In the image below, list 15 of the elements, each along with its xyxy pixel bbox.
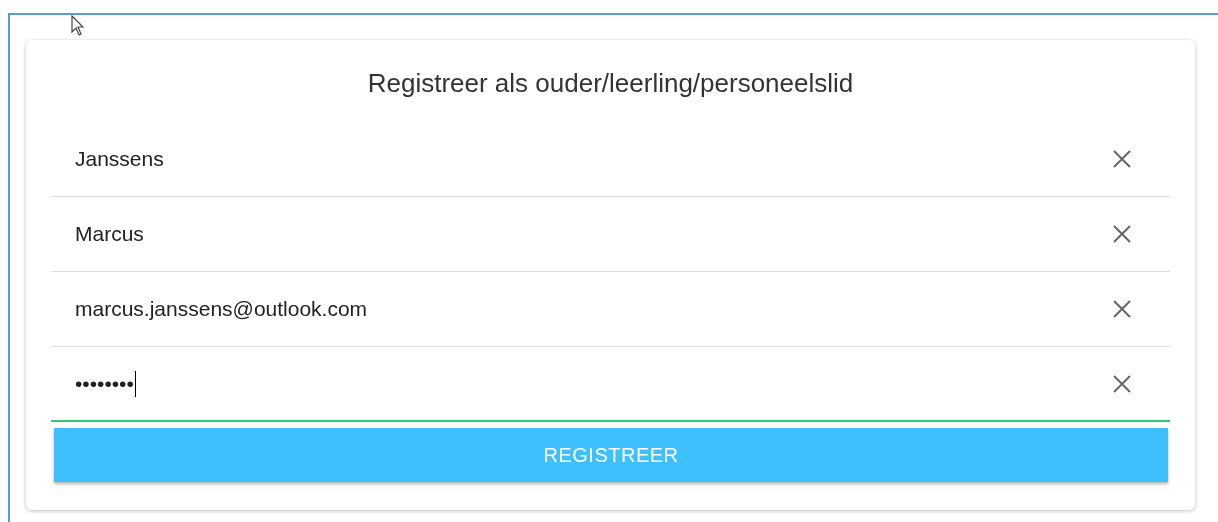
input-field[interactable]: •••••••• [51,347,1170,422]
mouse-pointer-icon [71,15,85,37]
field-value: •••••••• [75,370,134,397]
clear-icon[interactable] [1112,224,1132,244]
field-value: Janssens [75,146,164,173]
input-field[interactable]: Janssens [51,122,1170,197]
field-value: marcus.janssens@outlook.com [75,296,368,323]
input-field[interactable]: marcus.janssens@outlook.com [51,272,1170,347]
clear-icon[interactable] [1112,299,1132,319]
clear-icon[interactable] [1112,373,1132,394]
text-cursor [134,370,136,397]
clear-icon[interactable] [1112,149,1132,169]
field-value: Marcus [75,221,144,248]
form-title: Registreer als ouder/leerling/personeelslid [366,68,855,98]
input-field[interactable]: Marcus [51,197,1170,272]
